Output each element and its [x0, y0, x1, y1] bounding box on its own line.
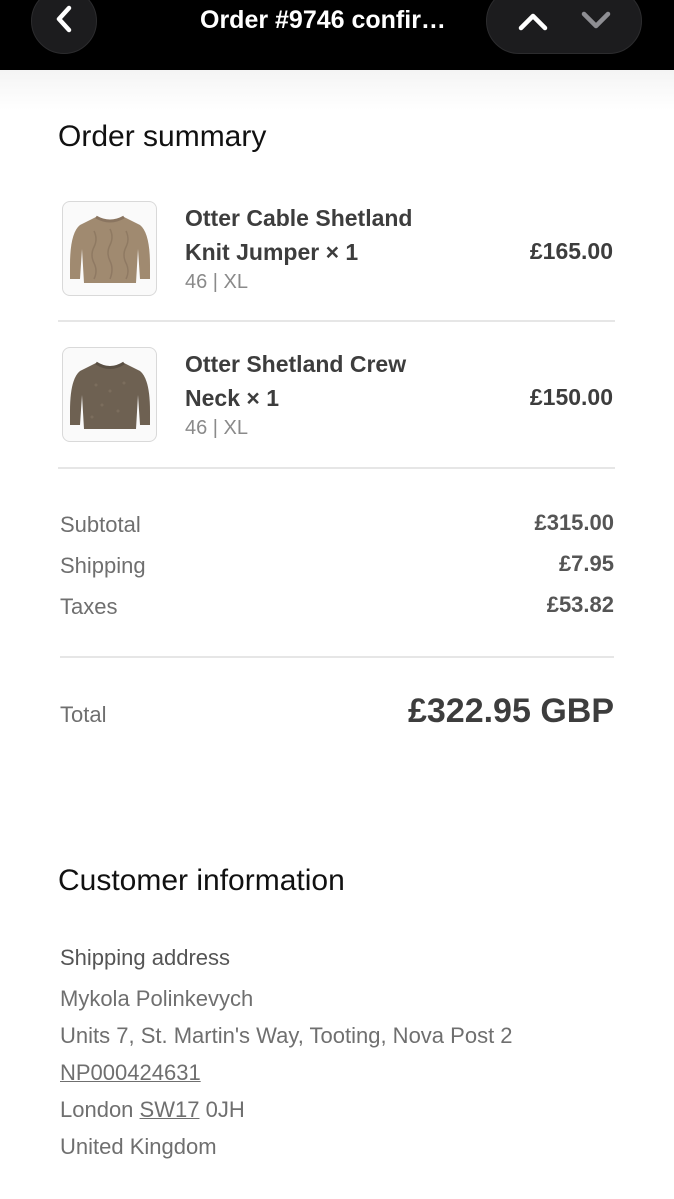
divider [60, 656, 614, 658]
line-item: Otter Cable Shetland Knit Jumper × 1 46 … [58, 201, 615, 301]
customer-name: Mykola Polinkevych [60, 986, 254, 1011]
item-name-line1: Otter Shetland Crew [185, 351, 407, 377]
country: United Kingdom [60, 1134, 217, 1159]
chevron-down-icon [581, 11, 610, 29]
shipping-address-label: Shipping address [60, 945, 231, 970]
customer-information-heading: Customer information [58, 864, 345, 897]
chevron-left-icon [53, 4, 75, 39]
divider [58, 320, 615, 322]
header-shadow [0, 70, 674, 110]
total-value: £322.95 GBP [407, 692, 614, 730]
shipping-label: Shipping [60, 553, 146, 578]
address-line2-link[interactable]: NP000424631 [60, 1060, 201, 1086]
taxes-value: £53.82 [546, 592, 614, 617]
previous-button[interactable] [508, 0, 558, 46]
taxes-label: Taxes [60, 594, 118, 619]
subtotal-label: Subtotal [60, 512, 141, 537]
product-thumbnail [62, 201, 157, 296]
item-name-line1: Otter Cable Shetland [185, 205, 413, 231]
top-bar: Order #9746 confir… [0, 0, 674, 70]
item-price: £150.00 [529, 384, 613, 410]
item-variant: 46 | XL [185, 271, 249, 293]
postcode-suffix: 0JH [205, 1097, 245, 1122]
line-item: Otter Shetland Crew Neck × 1 46 | XL £15… [58, 347, 615, 447]
item-name-line2: Neck × 1 [185, 385, 279, 411]
subtotal-value: £315.00 [534, 510, 614, 535]
product-thumbnail [62, 347, 157, 442]
page-title: Order #9746 confir… [200, 6, 446, 34]
item-variant: 46 | XL [185, 417, 249, 439]
item-name-line2: Knit Jumper × 1 [185, 239, 359, 265]
postcode-link[interactable]: SW17 [140, 1097, 200, 1122]
city: London [60, 1097, 134, 1122]
item-price: £165.00 [529, 238, 613, 264]
shipping-value: £7.95 [558, 551, 614, 576]
address-line1: Units 7, St. Martin's Way, Tooting, Nova… [60, 1023, 513, 1048]
message-nav [486, 0, 642, 54]
order-summary-heading: Order summary [58, 120, 267, 153]
next-button[interactable] [571, 0, 621, 46]
back-button[interactable] [31, 0, 97, 54]
chevron-up-icon [518, 13, 547, 31]
divider [58, 467, 615, 469]
address-city-line: London SW17 0JH [60, 1097, 245, 1123]
total-label: Total [60, 702, 107, 727]
